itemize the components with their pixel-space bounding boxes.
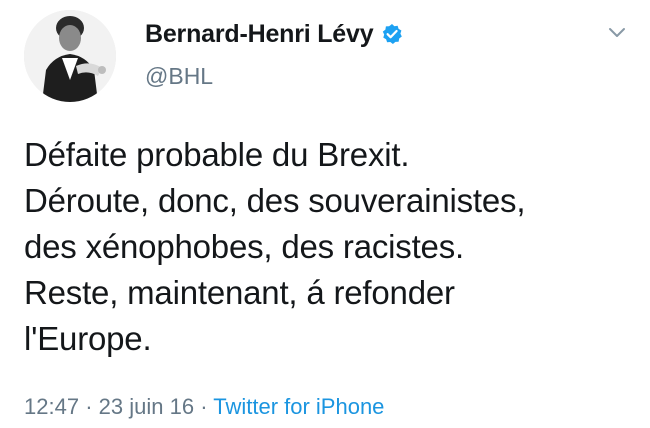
verified-badge-icon <box>381 23 403 45</box>
tweet-card: Bernard-Henri Lévy @BHL Défaite probable… <box>0 0 650 428</box>
tweet-text: Défaite probable du Brexit. Déroute, don… <box>24 132 634 362</box>
tweet-text-line: Défaite probable du Brexit. <box>24 136 410 173</box>
tweet-text-line: Déroute, donc, des souverainistes, <box>24 182 526 219</box>
avatar[interactable] <box>24 10 116 102</box>
tweet-meta: 12:47 · 23 juin 16 · Twitter for iPhone <box>24 394 384 420</box>
tweet-source-link[interactable]: Twitter for iPhone <box>213 394 384 419</box>
tweet-date[interactable]: 23 juin 16 <box>99 394 194 419</box>
tweet-text-line: l'Europe. <box>24 320 152 357</box>
author-name-row[interactable]: Bernard-Henri Lévy <box>145 18 403 50</box>
meta-separator: · <box>200 394 208 419</box>
avatar-photo <box>24 10 116 102</box>
tweet-time[interactable]: 12:47 <box>24 394 79 419</box>
user-handle[interactable]: @BHL <box>145 63 213 90</box>
chevron-down-icon[interactable] <box>604 22 630 42</box>
tweet-text-line: des xénophobes, des racistes. <box>24 228 464 265</box>
tweet-text-line: Reste, maintenant, á refonder <box>24 274 455 311</box>
meta-separator: · <box>85 394 93 419</box>
display-name[interactable]: Bernard-Henri Lévy <box>145 20 374 49</box>
